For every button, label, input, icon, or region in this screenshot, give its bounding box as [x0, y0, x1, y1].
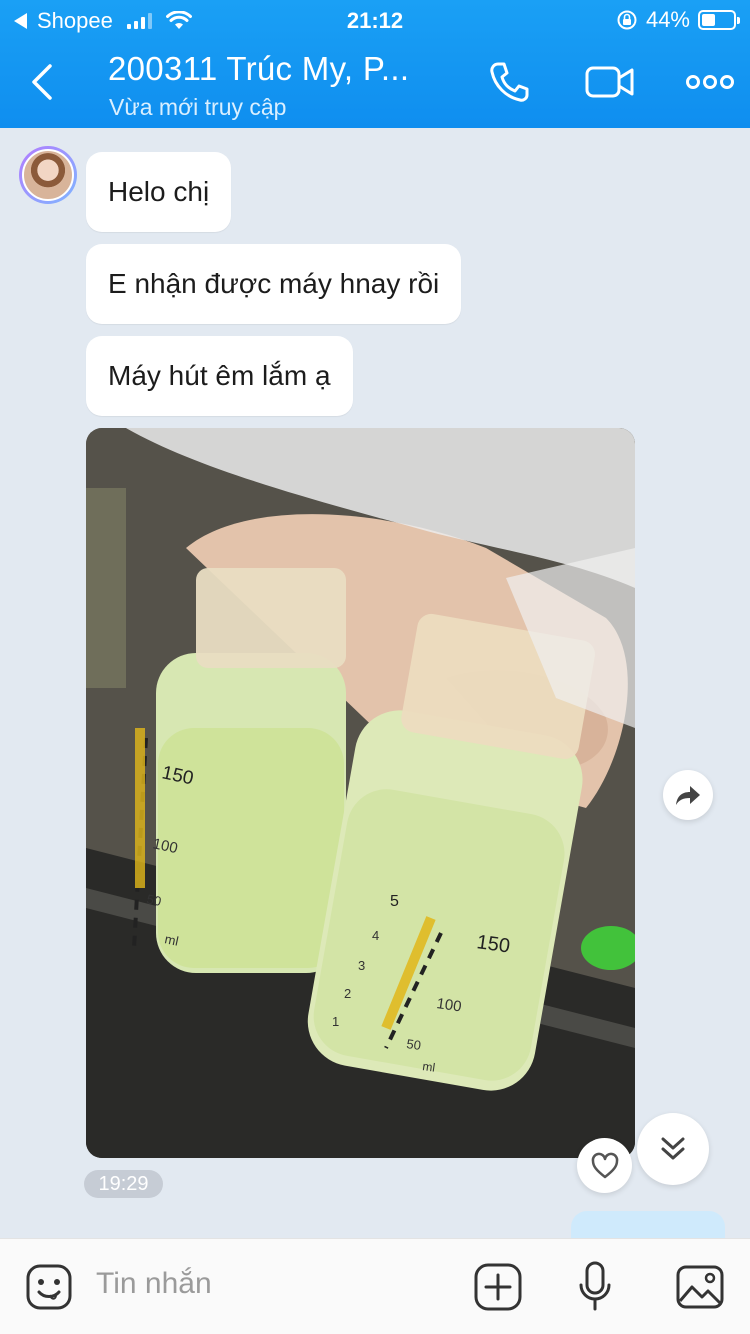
emoji-icon[interactable]	[26, 1264, 72, 1310]
photo-message[interactable]: 150 100 50 ml 5 4 3 2 1 150 100 50 ml	[86, 428, 635, 1158]
bottle-mark: 1	[332, 1014, 339, 1029]
message-bubble[interactable]: Máy hút êm lắm ạ	[86, 336, 353, 416]
status-bar: Shopee 21:12 44%	[0, 0, 750, 40]
avatar-photo	[22, 149, 74, 201]
bottle-mark: 3	[358, 958, 365, 973]
message-text: Máy hút êm lắm ạ	[108, 360, 331, 391]
add-icon[interactable]	[474, 1263, 522, 1311]
message-text: E nhận được máy hnay rồi	[108, 268, 440, 299]
heart-icon	[591, 1152, 618, 1178]
message-input[interactable]: Tin nhắn	[96, 1267, 212, 1301]
bottle-mark: 4	[372, 928, 379, 943]
photo-image: 150 100 50 ml 5 4 3 2 1 150 100 50 ml	[86, 428, 635, 1158]
battery-icon	[698, 10, 740, 30]
image-icon[interactable]	[676, 1265, 724, 1309]
video-call-icon[interactable]	[584, 60, 636, 104]
top-bar: Shopee 21:12 44% 200311 Trúc My, P... Vừ…	[0, 0, 750, 128]
message-bubble[interactable]: E nhận được máy hnay rồi	[86, 244, 462, 324]
rotation-lock-icon	[617, 10, 637, 30]
bottle-mark: 2	[344, 986, 351, 1001]
message-bubble[interactable]: Helo chị	[86, 152, 232, 232]
more-icon[interactable]	[686, 72, 734, 92]
forward-button[interactable]	[663, 770, 713, 820]
bottle-mark: 150	[475, 931, 511, 957]
double-chevron-down-icon	[661, 1137, 685, 1160]
status-right: 44%	[616, 7, 740, 33]
input-bar: Tin nhắn	[0, 1238, 750, 1334]
scroll-to-bottom-button[interactable]	[637, 1113, 709, 1185]
back-icon[interactable]	[28, 62, 58, 102]
phone-icon[interactable]	[488, 60, 530, 104]
message-time: 19:29	[84, 1170, 163, 1198]
forward-icon	[676, 786, 700, 805]
microphone-icon[interactable]	[578, 1261, 612, 1313]
chat-subtitle: Vừa mới truy cập	[109, 94, 287, 120]
bottle-mark: 50	[406, 1036, 422, 1053]
chat-title[interactable]: 200311 Trúc My, P...	[108, 50, 409, 88]
bottle-mark: 100	[435, 995, 462, 1015]
avatar[interactable]	[19, 146, 77, 204]
battery-percent: 44%	[645, 7, 690, 32]
battery-fill	[702, 14, 715, 26]
message-text: Helo chị	[108, 176, 210, 207]
bottle-mark: ml	[422, 1059, 436, 1075]
bottle-mark: 5	[390, 893, 399, 910]
bottle-mark: 50	[145, 891, 162, 909]
react-button[interactable]	[577, 1138, 632, 1193]
